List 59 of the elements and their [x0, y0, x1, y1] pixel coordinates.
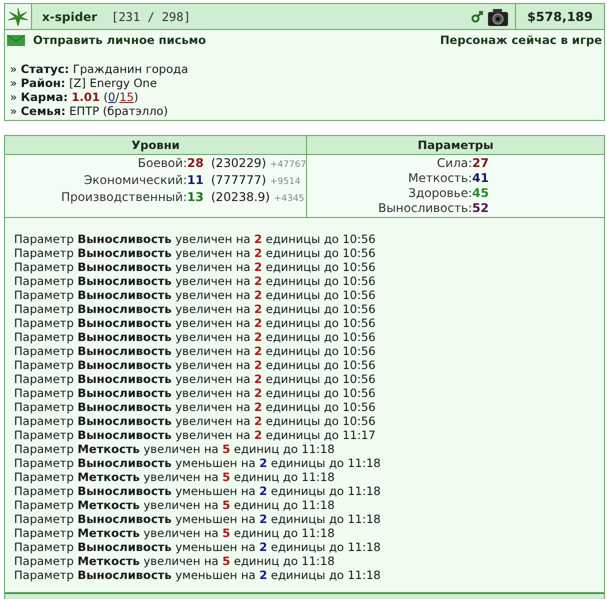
log-entry: Параметр Выносливость увеличен на 2 единицы до 10:56: [14, 246, 377, 260]
log-entry: Параметр Выносливость увеличен на 2 единицы до 10:56: [14, 400, 377, 414]
parameter-label: Выносливость:: [377, 201, 472, 216]
log-entry: Параметр Выносливость увеличен на 2 единицы до 10:56: [14, 260, 377, 274]
level-detail: (777777) +9514: [211, 173, 302, 189]
log-entry: Параметр Меткость увеличен на 5 единиц до 11:18: [14, 526, 336, 540]
log-entry: Параметр Выносливость увеличен на 2 единицы до 10:56: [14, 316, 377, 330]
log-entry: Параметр Выносливость уменьшен на 2 единицы до 11:18: [14, 484, 382, 498]
level-value: 11: [187, 173, 205, 189]
log-entry: Параметр Выносливость уменьшен на 2 единицы до 11:18: [14, 456, 382, 470]
send-message-link[interactable]: Отправить личное письмо: [33, 33, 206, 47]
log-entry: Параметр Выносливость увеличен на 2 единицы до 10:56: [14, 232, 377, 246]
log-entry: Параметр Меткость увеличен на 5 единиц до 11:18: [14, 442, 336, 456]
info-line: » Район: [Z] Energy One: [10, 76, 158, 90]
character-name[interactable]: x-spider: [42, 10, 98, 24]
log-entry: Параметр Выносливость уменьшен на 2 единицы до 11:18: [14, 540, 382, 554]
log-entry: Параметр Выносливость увеличен на 2 единицы до 10:56: [14, 386, 377, 400]
log-entry: Параметр Выносливость увеличен на 2 единицы до 10:56: [14, 372, 377, 386]
log-entry: Параметр Выносливость увеличен на 2 единицы до 10:56: [14, 274, 377, 288]
log-entry: Параметр Выносливость увеличен на 2 единицы до 10:56: [14, 330, 377, 344]
log-entry: Параметр Выносливость увеличен на 2 единицы до 10:56: [14, 302, 377, 316]
log-entry: Параметр Выносливость увеличен на 2 единицы до 10:56: [14, 358, 377, 372]
column-header: Уровни: [5, 136, 306, 155]
info-line: » Семья: ЕПТР (братэлло): [10, 104, 169, 118]
info-line: » Статус: Гражданин города: [10, 62, 190, 76]
male-icon: [471, 10, 483, 22]
karma-link[interactable]: 0: [108, 90, 116, 104]
parameter-value: 45: [472, 186, 490, 201]
karma-link[interactable]: 15: [119, 90, 134, 104]
level-value: 13: [187, 190, 205, 206]
level-label: Производственный:: [60, 190, 187, 206]
log-entry: Параметр Меткость увеличен на 5 единиц до 11:18: [14, 470, 336, 484]
log-entry: Параметр Меткость увеличен на 5 единиц до 11:18: [14, 554, 336, 568]
log-entry: Параметр Выносливость увеличен на 2 единицы до 11:17: [14, 428, 377, 442]
level-label: Экономический:: [83, 173, 187, 189]
money-amount: $578,189: [526, 8, 594, 26]
log-entry: Параметр Выносливость уменьшен на 2 единицы до 11:18: [14, 568, 382, 582]
level-detail: (20238.9) +4345: [211, 190, 306, 206]
level-range: [231 / 298]: [111, 10, 191, 24]
leaf-icon: [7, 6, 29, 26]
log-entry: Параметр Выносливость увеличен на 2 единицы до 10:56: [14, 288, 377, 302]
log-entry: Параметр Выносливость уменьшен на 2 единицы до 11:18: [14, 512, 382, 526]
level-label: Боевой:: [136, 156, 187, 172]
level-value: 28: [187, 156, 205, 172]
karma-line: » Карма: 1.01 (0/15): [10, 90, 140, 104]
parameter-value: 27: [472, 156, 490, 171]
column-header: Параметры: [306, 136, 604, 155]
parameter-label: Сила:: [436, 156, 472, 171]
camera-icon[interactable]: [487, 6, 509, 26]
log-entry: Параметр Меткость увеличен на 5 единиц до 11:18: [14, 498, 336, 512]
parameter-value: 41: [472, 171, 490, 186]
level-detail: (230229) +47767: [211, 156, 306, 172]
log-entry: Параметр Выносливость увеличен на 2 единицы до 10:56: [14, 414, 377, 428]
parameter-label: Здоровье:: [407, 186, 472, 201]
parameter-value: 52: [472, 201, 490, 216]
envelope-icon[interactable]: [7, 34, 25, 46]
log-entry: Параметр Выносливость увеличен на 2 единицы до 10:56: [14, 344, 377, 358]
parameter-label: Меткость:: [407, 171, 472, 186]
online-status: Персонаж сейчас в игре: [440, 33, 602, 47]
